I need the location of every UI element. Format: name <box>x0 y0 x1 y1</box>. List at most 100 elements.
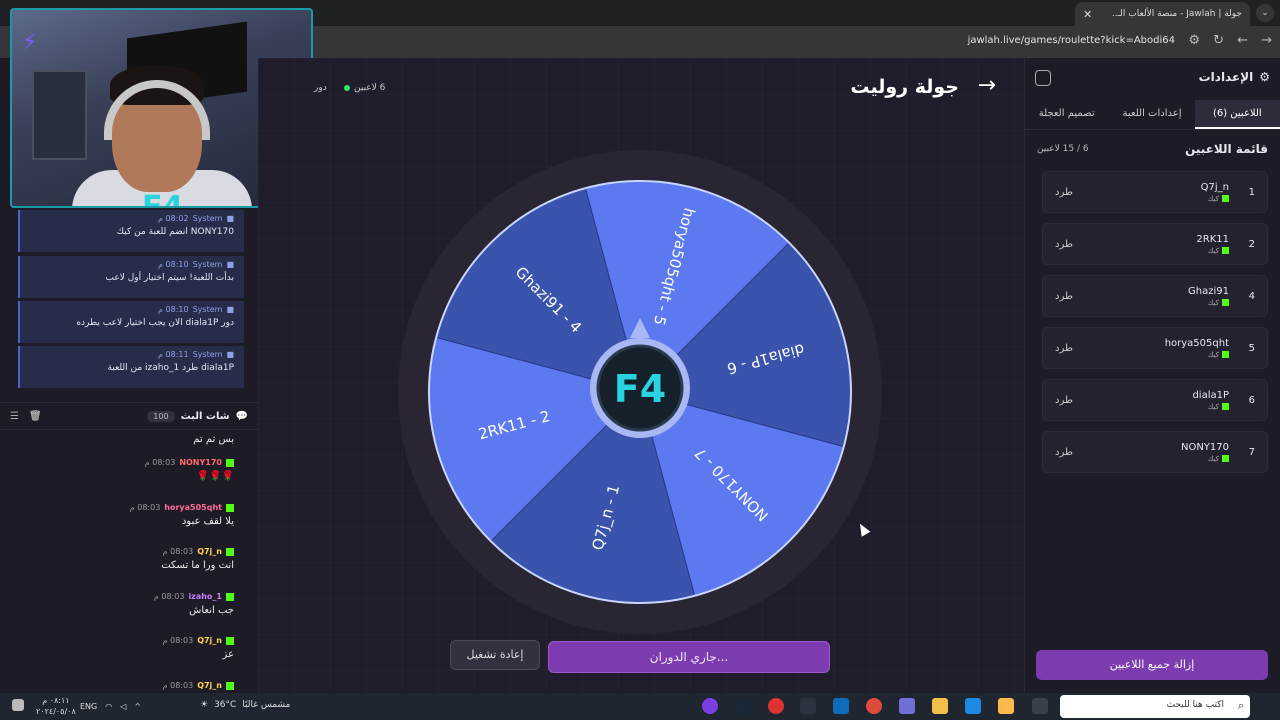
kick-player-button[interactable]: طرد <box>1055 447 1073 458</box>
msg-user[interactable]: Q7j_n <box>197 547 222 556</box>
collapse-panel-icon[interactable] <box>1035 70 1051 86</box>
wifi-icon[interactable]: ◠ <box>105 702 112 711</box>
tab-title: جولة | Jawlah - منصة الألعاب الـ.. <box>1111 9 1242 19</box>
chrome-icon[interactable] <box>866 698 882 714</box>
tab-players[interactable]: اللاعبين (6) <box>1194 100 1280 129</box>
msg-user[interactable]: horya505qht <box>164 503 222 512</box>
kick-player-button[interactable]: طرد <box>1055 187 1073 198</box>
file-explorer-icon[interactable] <box>932 698 948 714</box>
weather-desc: مشمس غالبًا <box>242 700 291 710</box>
settings-title: ⚙ الإعدادات <box>1199 70 1270 84</box>
xbox-icon[interactable] <box>800 698 816 714</box>
copilot-icon[interactable] <box>998 698 1014 714</box>
steam-icon[interactable] <box>735 698 751 714</box>
weather-widget[interactable]: ☀ 36°C مشمس غالبًا <box>200 700 290 710</box>
kick-player-button[interactable]: طرد <box>1055 239 1073 250</box>
player-number: 1 <box>1248 186 1255 198</box>
msg-time: 08:11 م <box>158 350 189 359</box>
kick-icon <box>1222 299 1229 306</box>
chat-panel: ■ System 08:02 م NONY170 انضم للعبة من كيك… <box>0 208 258 693</box>
msg-user[interactable]: Q7j_n <box>197 636 222 645</box>
turn-label: دور <box>314 83 327 93</box>
player-platform: كيك <box>1207 298 1219 307</box>
system-icon: ■ <box>226 260 234 269</box>
tab-close-icon[interactable]: ✕ <box>1083 8 1092 21</box>
clock[interactable]: ٠٨:١١ م ٢٠٢٤/٠٥/٠٨ <box>36 695 76 717</box>
kick-icon <box>1222 351 1229 358</box>
store-icon[interactable] <box>899 698 915 714</box>
page-title: جولة روليت <box>850 76 959 98</box>
player-row: 1 Q7j_n كيك طرد <box>1042 171 1268 213</box>
filter-icon[interactable]: ☰ <box>10 411 19 422</box>
msg-text: diala1P طرد izaho_1 من اللعبة <box>107 363 234 373</box>
back-nav-icon[interactable]: → <box>1261 33 1272 48</box>
player-platform: كيك <box>1207 454 1219 463</box>
players-count-text: 6 لاعبين <box>354 83 386 93</box>
settings-title-text: الإعدادات <box>1198 70 1254 84</box>
player-number: 5 <box>1248 342 1255 354</box>
tab-wheel-design[interactable]: تصميم العجلة <box>1024 100 1109 129</box>
tray-overflow-icon[interactable]: ^ <box>134 702 141 711</box>
url-input[interactable]: jawlah.live/games/roulette?kick=Abodi64 <box>968 35 1175 46</box>
kick-icon <box>226 681 234 690</box>
volume-icon[interactable]: ◁ <box>120 702 126 711</box>
back-arrow-icon[interactable]: → <box>978 73 996 98</box>
chat-bubble-icon: 💬 <box>235 410 248 422</box>
player-number: 6 <box>1248 394 1255 406</box>
tab-game-settings[interactable]: إعدادات اللعبة <box>1109 100 1194 129</box>
msg-time: 08:03 م <box>162 547 194 556</box>
kick-player-button[interactable]: طرد <box>1055 395 1073 406</box>
weather-temp: 36°C <box>214 700 237 710</box>
msg-text: 🌹🌹🌹 <box>196 471 234 482</box>
msg-user[interactable]: Q7j_n <box>197 681 222 690</box>
task-view-icon[interactable] <box>1032 698 1048 714</box>
msg-time: 08:03 م <box>162 681 194 690</box>
msg-sender: System <box>192 214 223 223</box>
player-name: NONY170 <box>1180 441 1229 453</box>
clear-all-players-button[interactable]: إزالة جميع اللاعبين <box>1036 650 1268 680</box>
site-settings-icon[interactable]: ⚙ <box>1188 33 1200 48</box>
tab-search-chevron-icon[interactable]: ⌄ <box>1256 4 1274 22</box>
player-row: 5 horya505qht كيك طرد <box>1042 327 1268 369</box>
gear-icon: ⚙ <box>1259 70 1270 84</box>
system-icon: ■ <box>226 350 234 359</box>
lang-indicator[interactable]: ENG <box>80 702 97 711</box>
chat-message: Q7j_n 08:03 م <box>0 681 250 690</box>
chat-message: horya505qht 08:03 م يلا لقف عبود <box>0 503 250 527</box>
msg-text: جب انعاش <box>189 605 234 616</box>
obs-icon[interactable] <box>768 698 784 714</box>
trash-icon[interactable]: 🗑 <box>29 411 42 422</box>
forward-nav-icon[interactable]: ← <box>1237 33 1248 48</box>
reload-icon[interactable]: ↻ <box>1213 33 1224 48</box>
app-icon[interactable] <box>702 698 718 714</box>
msg-sender: System <box>192 260 223 269</box>
outlook-icon[interactable] <box>833 698 849 714</box>
msg-time: 08:02 م <box>158 214 189 223</box>
kick-player-button[interactable]: طرد <box>1055 343 1073 354</box>
player-row: 7 NONY170 كيك طرد <box>1042 431 1268 473</box>
settings-tabs: اللاعبين (6) إعدادات اللعبة تصميم العجلة <box>1024 100 1280 130</box>
webcam-logo: F4 <box>142 190 184 208</box>
roulette-wheel[interactable]: horya505qht - 5diala1P - 6NONY170 - 7Q7j… <box>398 150 882 634</box>
replay-button[interactable]: إعادة تشغيل <box>450 640 540 670</box>
browser-tab[interactable]: جولة | Jawlah - منصة الألعاب الـ.. ✕ <box>1075 2 1250 26</box>
notifications-icon[interactable] <box>12 699 24 711</box>
msg-user[interactable]: NONY170 <box>179 458 222 467</box>
kick-player-button[interactable]: طرد <box>1055 291 1073 302</box>
system-message: ■ System 08:11 م diala1P طرد izaho_1 من ال… <box>18 346 244 388</box>
edge-icon[interactable] <box>965 698 981 714</box>
msg-time: 08:10 م <box>158 305 189 314</box>
msg-time: 08:03 م <box>144 458 176 467</box>
player-row: 4 Ghazi91 كيك طرد <box>1042 275 1268 317</box>
msg-user[interactable]: izaho_1 <box>188 592 222 601</box>
player-name: horya505qht <box>1164 337 1229 349</box>
kick-icon <box>226 636 234 645</box>
player-row: 6 diala1P كيك طرد <box>1042 379 1268 421</box>
spinning-button[interactable]: جاري الدوران... <box>548 641 830 673</box>
system-message: ■ System 08:10 م بدأت اللعبة! سيتم اختيار … <box>18 256 244 298</box>
kick-icon <box>226 592 234 601</box>
weather-icon: ☀ <box>200 700 209 710</box>
taskbar-search-input[interactable]: ⌕ اكتب هنا للبحث <box>1060 695 1250 718</box>
msg-text: انت ورا ما تسكت <box>161 560 234 571</box>
system-icon: ■ <box>226 214 234 223</box>
